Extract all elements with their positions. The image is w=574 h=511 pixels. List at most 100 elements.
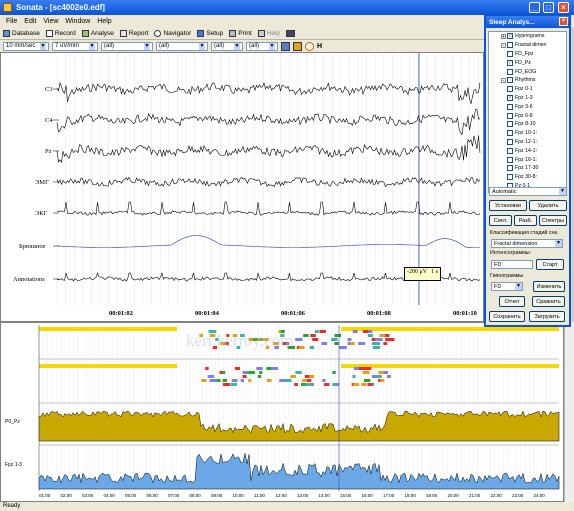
stage-segment	[332, 383, 337, 386]
menu-help[interactable]: Help	[97, 18, 111, 25]
synth-button[interactable]: Синт.	[489, 215, 512, 226]
toolbar-layout-button[interactable]	[286, 29, 296, 37]
filter-select-4[interactable]: (all) ▼	[246, 41, 278, 51]
tree-checkbox[interactable]	[507, 138, 513, 145]
stage-segment	[230, 383, 237, 386]
emg-trace	[56, 176, 481, 188]
compare-button[interactable]: Сравнить	[532, 296, 565, 307]
tree-checkbox[interactable]	[507, 121, 513, 128]
load-button[interactable]: Загрузить	[529, 311, 565, 322]
watermark: kerr.kerroy.com	[186, 331, 294, 350]
tree-item[interactable]: Fpz 6-8	[489, 111, 566, 120]
tree-item[interactable]: Fpz 14-1:	[489, 146, 566, 155]
menu-edit[interactable]: Edit	[24, 18, 36, 25]
toolbar-print[interactable]: Print	[229, 29, 252, 37]
tree-item[interactable]: ✓ FD_Pz	[489, 58, 566, 67]
menu-view[interactable]: View	[43, 18, 58, 25]
amplitude-value: 7 uV/mm	[55, 43, 80, 49]
classification-value: Fractal dimension	[494, 240, 538, 247]
report-button[interactable]: Отчет	[499, 296, 525, 307]
classification-select[interactable]: Fractal dimension ▼	[491, 239, 563, 248]
start-button[interactable]: Старт	[536, 259, 564, 270]
stage-segment	[201, 379, 207, 382]
mode-select[interactable]: Automatic ▼	[489, 187, 567, 196]
expand-icon[interactable]: -	[501, 42, 506, 48]
hour-label: 13:00	[297, 493, 309, 498]
hour-label: 01:00	[39, 493, 51, 498]
tree-checkbox[interactable]	[507, 86, 513, 93]
tree-checkbox[interactable]	[507, 77, 513, 84]
change-button[interactable]: Изменить	[533, 281, 565, 292]
hypnogram-select[interactable]: FD ▼	[491, 282, 523, 291]
tree-checkbox[interactable]	[507, 68, 513, 75]
toolbar-setup[interactable]: Setup	[197, 29, 223, 37]
tree-checkbox[interactable]: ✓	[507, 94, 513, 101]
intensity-field[interactable]: FD	[491, 260, 533, 269]
tree-item[interactable]: - Rhythms	[489, 76, 566, 85]
marker-icon[interactable]	[293, 41, 302, 51]
filter-select-2[interactable]: (all) ▼	[156, 41, 208, 51]
stage-segment	[231, 379, 238, 382]
delete-button[interactable]: Удалить	[529, 200, 567, 211]
stage-segment	[347, 338, 352, 341]
amplitude-select[interactable]: 7 uV/mm ▼	[52, 41, 98, 51]
tree-checkbox[interactable]	[507, 50, 513, 57]
tree-item[interactable]: Fpz 0-1	[489, 85, 566, 94]
tree-item[interactable]: Fpz 3-6	[489, 102, 566, 111]
toolbar-database[interactable]: Database	[3, 29, 40, 37]
montage-icon[interactable]	[281, 41, 290, 51]
overview-panel[interactable]: P0_Pz Fpz 1-3 kerr.kerroy.com 01:00 02:00…	[0, 322, 564, 502]
toolbar-record[interactable]: Record	[45, 29, 76, 37]
spectra-button[interactable]: Спектры	[539, 215, 567, 226]
filter-select-1[interactable]: (all) ▼	[101, 41, 153, 51]
tree-checkbox[interactable]	[507, 130, 513, 137]
toolbar-analyse[interactable]: Analyse	[81, 29, 114, 37]
save-button[interactable]: Сохранить	[489, 311, 525, 322]
time-mark: 00:01:06	[281, 310, 305, 317]
tree-item[interactable]: Fpz 17-30	[489, 164, 566, 173]
tree-item[interactable]: Fpz 12-1:	[489, 138, 566, 147]
filter-select-3[interactable]: (all) ▼	[211, 41, 243, 51]
tree-item[interactable]: Fpz 8-10	[489, 120, 566, 129]
panel-close-button[interactable]: ×	[559, 17, 568, 26]
tree-item[interactable]: + ✓ Hypnograms	[489, 32, 566, 41]
tree-item[interactable]: FD_Fpz	[489, 50, 566, 59]
tree-checkbox[interactable]: ✓	[507, 59, 513, 66]
maximize-button[interactable]: □	[543, 2, 554, 13]
tree-item[interactable]: Fpz 16-1:	[489, 155, 566, 164]
tree-checkbox[interactable]	[507, 103, 513, 110]
menu-file[interactable]: File	[6, 18, 17, 25]
speed-select[interactable]: 10 mm/sec ▼	[3, 41, 49, 51]
toolbar-help[interactable]: Help	[257, 29, 281, 37]
tree-item[interactable]: FD_EOG	[489, 67, 566, 76]
channel-tree[interactable]: + ✓ Hypnograms - Fractal dimen FD_Fpz ✓ FD_Pz FD…	[488, 31, 567, 193]
tree-checkbox[interactable]	[507, 147, 513, 154]
install-button[interactable]: Установки	[489, 200, 527, 211]
sleep-analysis-panel: Sleep Analys... × + ✓ Hypnograms - Fractal d…	[484, 14, 571, 327]
toolbar-help-label: Help	[266, 29, 281, 37]
eeg-signal-view[interactable]: C3 C4 Pz ЭМГ ЭКГ Брюшное Annotations 00:…	[0, 52, 484, 322]
tree-item[interactable]: Fpz 10-1:	[489, 129, 566, 138]
tree-checkbox[interactable]	[507, 165, 513, 172]
toolbar-navigator[interactable]: Navigator	[154, 29, 191, 37]
stage-segment	[310, 334, 316, 337]
tree-checkbox[interactable]	[507, 112, 513, 119]
clock-icon[interactable]	[305, 41, 314, 51]
overview-scrollbar[interactable]	[564, 322, 574, 502]
tree-item[interactable]: ✓ Fpz 1-3	[489, 94, 566, 103]
highlight-toggle[interactable]: H	[317, 43, 322, 50]
close-button[interactable]: ×	[558, 2, 569, 13]
menu-window[interactable]: Window	[65, 18, 90, 25]
tree-item[interactable]: - Fractal dimen	[489, 41, 566, 50]
expand-icon[interactable]: -	[501, 77, 506, 83]
tree-item[interactable]: Fpz 30-8:	[489, 173, 566, 182]
tree-checkbox[interactable]	[507, 156, 513, 163]
minimize-button[interactable]: _	[529, 2, 540, 13]
split-button[interactable]: Разб.	[514, 215, 537, 226]
tree-checkbox[interactable]	[507, 174, 513, 181]
expand-icon[interactable]: +	[501, 33, 506, 39]
toolbar-report[interactable]: Report	[119, 29, 148, 37]
tree-checkbox[interactable]	[507, 42, 513, 49]
panel-titlebar: Sleep Analys... ×	[486, 16, 569, 28]
tree-checkbox[interactable]: ✓	[507, 33, 513, 40]
